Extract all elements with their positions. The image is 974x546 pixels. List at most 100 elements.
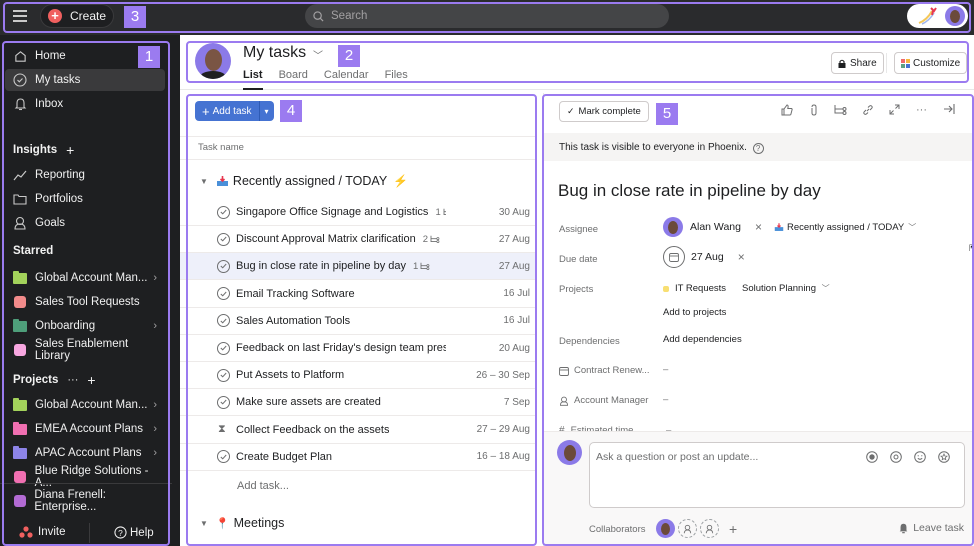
complete-checkbox-icon[interactable] [217, 232, 230, 246]
create-button[interactable]: + Create [40, 4, 114, 28]
add-collaborator-placeholder-icon[interactable] [678, 519, 697, 538]
due-date-field[interactable]: 27 Aug × [663, 246, 745, 268]
account-manager-value[interactable]: – [663, 394, 668, 405]
complete-checkbox-icon[interactable] [217, 205, 230, 219]
table-row[interactable]: Make sure assets are created 7 Sep [180, 389, 537, 417]
clear-due-date-icon[interactable]: × [738, 250, 745, 264]
attachment-icon[interactable] [800, 104, 827, 117]
sidebar-item-portfolios[interactable]: Portfolios [5, 188, 165, 210]
due-date[interactable]: 16 Jul [503, 315, 530, 326]
add-collaborator-placeholder-icon[interactable] [700, 519, 719, 538]
add-task-main[interactable]: + Add task [195, 101, 260, 121]
column-header-task-name[interactable]: Task name [180, 136, 537, 160]
complete-checkbox-icon[interactable] [217, 314, 230, 328]
collapse-triangle-icon[interactable]: ▼ [200, 177, 208, 186]
add-task-button[interactable]: + Add task ▾ [195, 101, 274, 121]
sidebar-project-item[interactable]: Global Account Man... › [5, 394, 165, 416]
add-insight-icon[interactable]: + [66, 142, 74, 158]
add-dependencies-link[interactable]: Add dependencies [663, 334, 742, 345]
due-date[interactable]: 7 Sep [504, 397, 530, 408]
due-date[interactable]: 26 – 30 Sep [476, 370, 530, 381]
user-avatar[interactable] [945, 6, 965, 26]
due-date[interactable]: 30 Aug [499, 207, 530, 218]
complete-checkbox-icon[interactable] [217, 450, 230, 464]
profile-menu[interactable] [907, 4, 968, 28]
search-input[interactable]: Search [305, 4, 669, 28]
projects-field[interactable]: IT Requests Solution Planning ﹀ [663, 283, 830, 294]
sidebar-item-my-tasks[interactable]: My tasks [5, 69, 165, 91]
help-icon[interactable]: ? [752, 143, 764, 154]
add-task-inline[interactable]: Add task... [237, 480, 289, 492]
sidebar-starred-item[interactable]: Sales Tool Requests [5, 291, 165, 313]
add-project-icon[interactable]: + [87, 372, 95, 388]
subtask-icon[interactable] [827, 104, 854, 117]
assignee-section-dropdown[interactable]: Recently assigned / TODAY ﹀ [774, 222, 916, 233]
assignee-field[interactable]: Alan Wang × Recently assigned / TODAY ﹀ [663, 217, 916, 237]
task-title[interactable]: Bug in close rate in pipeline by day [558, 181, 821, 201]
customize-button[interactable]: Customize [894, 52, 968, 74]
table-row[interactable]: Singapore Office Signage and Logistics 1 3… [180, 199, 537, 226]
due-date[interactable]: 27 Aug [499, 261, 530, 272]
complete-checkbox-icon[interactable] [217, 341, 230, 355]
chevron-down-icon[interactable]: ﹀ [313, 47, 323, 62]
due-date[interactable]: 16 Jul [503, 288, 530, 299]
tab-list[interactable]: List [243, 69, 263, 90]
expand-icon[interactable] [881, 104, 908, 117]
contract-renewal-value[interactable]: – [663, 364, 668, 375]
due-date[interactable]: 27 Aug [499, 234, 530, 245]
complete-checkbox-icon[interactable] [217, 395, 230, 409]
table-row[interactable]: Email Tracking Software 16 Jul [180, 281, 537, 308]
table-row[interactable]: Discount Approval Matrix clarification 2 2… [180, 226, 537, 254]
menu-icon[interactable] [13, 10, 27, 22]
link-icon[interactable] [854, 104, 881, 117]
sidebar-item-reporting[interactable]: Reporting [5, 164, 165, 186]
sidebar-item-goals[interactable]: Goals [5, 212, 165, 234]
record-icon[interactable] [860, 451, 884, 463]
tab-calendar[interactable]: Calendar [324, 69, 369, 81]
chevron-right-icon[interactable]: › [153, 272, 157, 284]
collapse-triangle-icon[interactable]: ▼ [200, 519, 208, 528]
section-header[interactable]: ▼ 📍 Meetings [200, 516, 284, 530]
table-row[interactable]: Bug in close rate in pipeline by day 1 27 … [180, 253, 537, 281]
chevron-right-icon[interactable]: › [153, 447, 157, 459]
chevron-right-icon[interactable]: › [153, 320, 157, 332]
chevron-right-icon[interactable]: › [153, 423, 157, 435]
table-row[interactable]: Feedback on last Friday's design team pr… [180, 335, 537, 362]
sidebar-project-item[interactable]: EMEA Account Plans › [5, 418, 165, 440]
table-row[interactable]: Put Assets to Platform 26 – 30 Sep [180, 362, 537, 390]
chevron-down-icon[interactable]: ▾ [260, 107, 274, 116]
more-icon[interactable]: ··· [908, 104, 935, 117]
table-row[interactable]: Sales Automation Tools 16 Jul [180, 308, 537, 335]
due-date[interactable]: 16 – 18 Aug [477, 451, 530, 462]
table-row[interactable]: Create Budget Plan 16 – 18 Aug [180, 444, 537, 471]
mark-complete-button[interactable]: ✓ Mark complete [559, 101, 649, 122]
complete-checkbox-icon[interactable] [217, 259, 230, 273]
invite-button[interactable]: Invite [19, 526, 66, 538]
tab-board[interactable]: Board [279, 69, 308, 81]
complete-checkbox-icon[interactable] [217, 287, 230, 301]
sidebar-item-inbox[interactable]: Inbox [5, 93, 165, 115]
tab-files[interactable]: Files [385, 69, 408, 81]
project-section-dropdown[interactable]: Solution Planning ﹀ [742, 283, 830, 294]
like-icon[interactable] [773, 104, 800, 117]
mention-icon[interactable] [884, 451, 908, 463]
project-name[interactable]: IT Requests [675, 283, 726, 294]
emoji-icon[interactable] [908, 451, 932, 463]
sidebar-starred-item[interactable]: Sales Enablement Library [5, 338, 165, 362]
add-collaborator-icon[interactable]: + [729, 521, 737, 537]
leave-task-button[interactable]: Leave task [898, 522, 964, 534]
remove-assignee-icon[interactable]: × [755, 220, 762, 234]
share-button[interactable]: Share [831, 52, 884, 74]
sidebar-project-item[interactable]: APAC Account Plans › [5, 442, 165, 464]
hourglass-icon[interactable]: ⧗ [218, 423, 226, 436]
comment-input[interactable]: Ask a question or post an update... [589, 442, 965, 508]
close-pane-icon[interactable] [935, 104, 962, 117]
add-to-projects-link[interactable]: Add to projects [663, 307, 726, 318]
collaborator-avatar[interactable] [656, 519, 675, 538]
sidebar-starred-item[interactable]: Global Account Man... › [5, 267, 165, 289]
table-row[interactable]: ⧗ Collect Feedback on the assets 27 – 29 A… [180, 417, 537, 444]
chevron-right-icon[interactable]: › [153, 399, 157, 411]
help-button[interactable]: ? Help [114, 526, 154, 539]
section-header[interactable]: ▼ Recently assigned / TODAY ⚡ [200, 174, 408, 188]
due-date[interactable]: 20 Aug [499, 343, 530, 354]
